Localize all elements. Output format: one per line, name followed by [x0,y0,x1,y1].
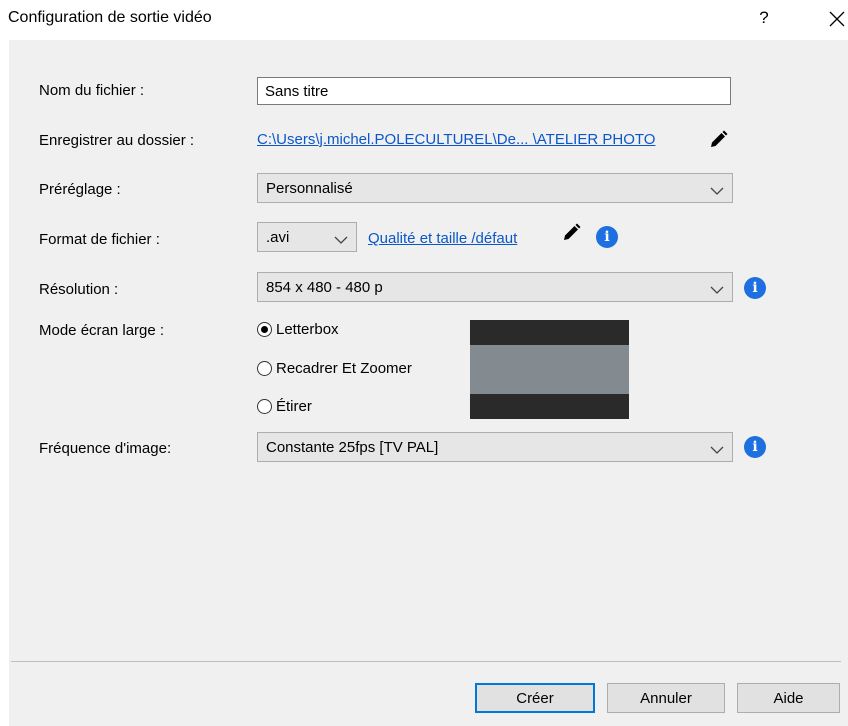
resolution-select[interactable]: 854 x 480 - 480 p [257,272,733,302]
radio-circle [257,322,272,337]
radio-letterbox-label: Letterbox [276,321,339,338]
radio-selected-dot [261,326,268,333]
help-button[interactable]: ? [754,8,774,30]
radio-crop-zoom-label: Recadrer Et Zoomer [276,360,412,377]
cancel-button[interactable]: Annuler [607,683,725,713]
framerate-label: Fréquence d'image: [39,440,172,457]
preset-select[interactable]: Personnalisé [257,173,733,203]
format-value: .avi [266,229,290,246]
chevron-down-icon [710,183,724,195]
dialog-content: Nom du fichier : Enregistrer au dossier … [9,40,848,726]
folder-label: Enregistrer au dossier : [39,132,195,149]
framerate-value: Constante 25fps [TV PAL] [266,439,439,456]
edit-folder-pencil-icon[interactable] [708,130,728,150]
preset-value: Personnalisé [266,180,353,197]
format-label: Format de fichier : [39,231,160,248]
folder-path-link[interactable]: C:\Users\j.michel.POLECULTUREL\De... \AT… [257,131,655,148]
quality-size-link[interactable]: Qualité et taille /défaut [368,230,517,247]
radio-crop-zoom[interactable]: Recadrer Et Zoomer [257,358,457,380]
footer-divider [11,661,841,662]
edit-quality-pencil-icon[interactable] [561,223,581,243]
format-select[interactable]: .avi [257,222,357,252]
filename-input[interactable] [257,77,731,105]
resolution-info-icon[interactable]: i [744,277,766,299]
radio-circle [257,399,272,414]
widescreen-label: Mode écran large : [39,322,165,339]
radio-stretch-label: Étirer [276,398,312,415]
chevron-down-icon [710,282,724,294]
framerate-select[interactable]: Constante 25fps [TV PAL] [257,432,733,462]
chevron-down-icon [710,442,724,454]
preset-label: Préréglage : [39,181,121,198]
widescreen-preview [470,320,629,419]
chevron-down-icon [334,232,348,244]
close-icon[interactable] [826,8,848,30]
resolution-value: 854 x 480 - 480 p [266,279,383,296]
radio-stretch[interactable]: Étirer [257,396,357,418]
resolution-label: Résolution : [39,281,119,298]
framerate-info-icon[interactable]: i [744,436,766,458]
title-bar: Configuration de sortie vidéo ? [0,0,848,40]
radio-letterbox[interactable]: Letterbox [257,319,387,341]
filename-label: Nom du fichier : [39,82,145,99]
create-button[interactable]: Créer [475,683,595,713]
letterbox-bar-bottom [470,394,629,419]
format-info-icon[interactable]: i [596,226,618,248]
help-dialog-button[interactable]: Aide [737,683,840,713]
letterbox-bar-top [470,320,629,345]
window-title: Configuration de sortie vidéo [8,9,212,26]
radio-circle [257,361,272,376]
